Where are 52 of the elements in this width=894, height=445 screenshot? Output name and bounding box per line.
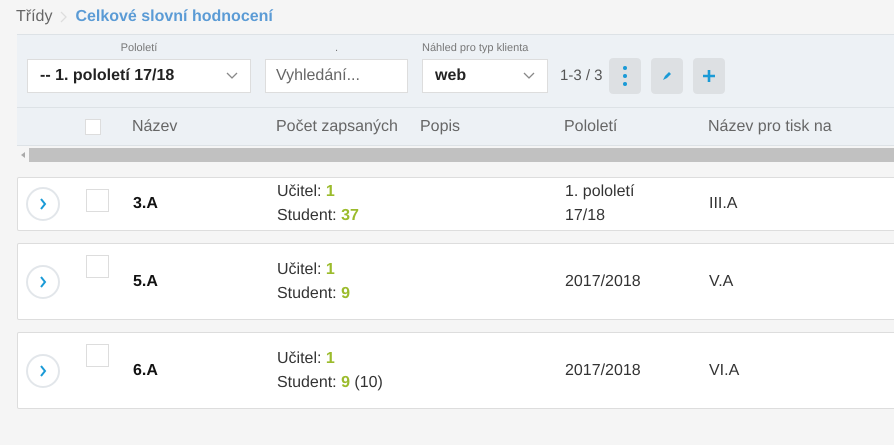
semester-cell-text: 2017/2018 bbox=[565, 360, 642, 380]
class-row[interactable]: 5.A Učitel: 1 Student: 9 2017/2018 V.A bbox=[17, 243, 894, 320]
breadcrumb-link[interactable]: Třídy bbox=[16, 5, 52, 29]
search-field[interactable]: Vyhledání... bbox=[265, 59, 408, 93]
chevron-down-icon bbox=[226, 72, 238, 80]
checkbox[interactable] bbox=[86, 255, 109, 278]
chevron-right-icon bbox=[39, 276, 47, 288]
chevron-down-icon bbox=[523, 72, 535, 80]
column-header[interactable]: Pololetí bbox=[564, 118, 618, 134]
print-name: III.A bbox=[709, 195, 738, 212]
edit-button[interactable] bbox=[650, 58, 683, 94]
checkbox[interactable] bbox=[86, 344, 109, 367]
chevron-right-icon bbox=[39, 364, 47, 376]
enrollment-count: Učitel: 1 bbox=[277, 348, 336, 368]
print-name: V.A bbox=[709, 272, 734, 290]
column-header[interactable]: Název bbox=[132, 118, 178, 134]
column-header[interactable]: Název pro tisk na bbox=[708, 118, 832, 134]
breadcrumb-current: Celkové slovní hodnocení bbox=[75, 7, 273, 27]
plus-icon bbox=[702, 69, 716, 83]
class-name: 6.A bbox=[133, 362, 158, 378]
more-icon bbox=[622, 66, 627, 86]
enrollment-count: Učitel: 1 bbox=[277, 260, 336, 280]
horizontal-scrollbar[interactable] bbox=[17, 146, 894, 162]
column-header[interactable]: Popis bbox=[420, 118, 460, 134]
field-label: . bbox=[334, 41, 338, 55]
expand-button[interactable] bbox=[26, 354, 60, 388]
class-name: 5.A bbox=[133, 272, 158, 290]
more-button[interactable] bbox=[608, 58, 641, 94]
enrollment-count: Student: 37 bbox=[277, 206, 360, 226]
column-header[interactable]: Počet zapsaných bbox=[276, 118, 398, 134]
semester-cell-text: 2017/2018 bbox=[565, 272, 642, 292]
enrollment-count: Student: 9 (10) bbox=[277, 372, 384, 392]
add-button[interactable] bbox=[692, 58, 725, 94]
field-label: Pololetí bbox=[120, 41, 158, 55]
expand-button[interactable] bbox=[26, 187, 60, 221]
print-name: VI.A bbox=[709, 362, 740, 378]
enrollment-count: Student: 9 bbox=[277, 284, 351, 304]
class-name: 3.A bbox=[133, 195, 158, 212]
chevron-right-icon bbox=[60, 11, 68, 23]
checkbox[interactable] bbox=[86, 189, 109, 212]
record-count: 1-3 / 3 bbox=[560, 66, 603, 86]
class-row[interactable]: 3.A Učitel: 1 Student: 37 1. pololetí 17/18 III.A bbox=[17, 177, 894, 231]
class-row[interactable]: 6.A Učitel: 1 Student: 9 (10) 2017/2018 VI.A bbox=[17, 332, 894, 409]
semester-select[interactable]: -- 1. pololetí 17/18 bbox=[27, 59, 251, 93]
chevron-right-icon bbox=[39, 198, 47, 210]
client-type-select[interactable]: web bbox=[422, 59, 548, 93]
pencil-icon bbox=[662, 71, 672, 81]
select-all-checkbox[interactable] bbox=[85, 118, 101, 134]
expand-button[interactable] bbox=[26, 264, 60, 298]
field-label: Náhled pro typ klienta bbox=[422, 41, 528, 55]
enrollment-count: Učitel: 1 bbox=[277, 182, 336, 202]
semester-cell-text: 1. pololetí 17/18 bbox=[565, 182, 636, 226]
